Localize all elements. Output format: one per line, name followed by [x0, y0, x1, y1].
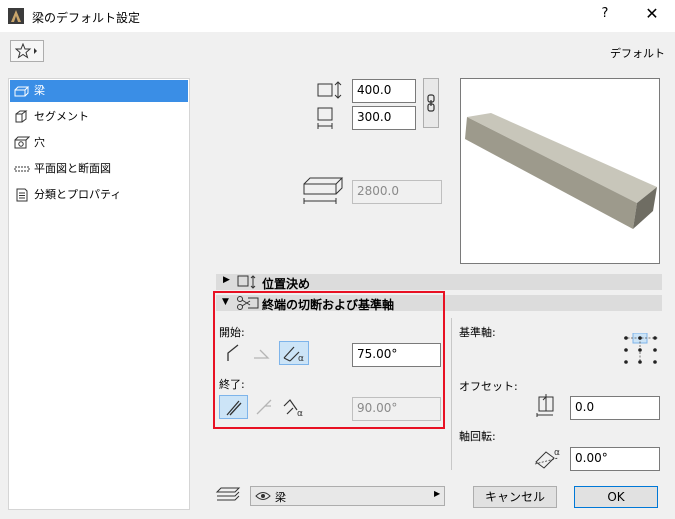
start-cut-angled-button[interactable]: α [279, 341, 309, 365]
start-cut-horizontal-button[interactable] [249, 341, 275, 365]
cut-horizontal-icon [256, 399, 272, 415]
axis-rotation-field[interactable]: 0.00° [570, 447, 660, 471]
sidebar-item-plan-section[interactable]: 平面図と断面図 [10, 158, 188, 180]
svg-text:α: α [297, 409, 303, 419]
plan-section-icon [14, 166, 30, 172]
chain-link-icon [427, 94, 435, 112]
layer-name: 梁 [275, 491, 286, 504]
eye-icon [255, 492, 271, 500]
hole-icon [14, 136, 30, 149]
beam-3d-preview [460, 78, 660, 264]
window-title: 梁のデフォルト設定 [32, 11, 141, 25]
svg-text:α: α [298, 354, 304, 364]
offset-field[interactable]: 0.0 [570, 396, 660, 420]
section-divider [451, 318, 452, 470]
start-angle-field[interactable]: 75.00° [352, 343, 441, 367]
layer-select[interactable]: 梁 ▶ [250, 486, 445, 506]
end-cut-vertical-button[interactable] [219, 395, 248, 419]
beam-width-icon [317, 107, 333, 129]
close-button[interactable]: ✕ [640, 4, 664, 28]
sidebar-item-segment[interactable]: セグメント [10, 106, 188, 128]
ok-button[interactable]: OK [574, 486, 658, 508]
sidebar-item-beam[interactable]: 梁 [10, 80, 188, 102]
cut-vertical-icon [226, 400, 242, 416]
segment-icon [15, 110, 28, 123]
axis-rotation-label: 軸回転: [459, 430, 496, 443]
beam-icon [14, 86, 30, 97]
cut-horizontal-icon [254, 349, 270, 359]
end-cut-angled-button[interactable]: α [279, 396, 309, 420]
cut-vertical-icon [227, 344, 239, 361]
start-cut-vertical-button[interactable] [221, 341, 247, 365]
sidebar: 梁 セグメント 穴 平面図と断面図 分類とプロパティ [8, 78, 190, 510]
reference-axis-label: 基準軸: [459, 326, 496, 339]
end-label: 終了: [219, 378, 245, 391]
sidebar-item-label: 平面図と断面図 [34, 162, 111, 175]
sidebar-item-label: セグメント [34, 110, 89, 123]
sidebar-item-label: 分類とプロパティ [34, 188, 122, 201]
beam-height-field[interactable]: 400.0 [352, 79, 416, 103]
offset-label: オフセット: [459, 380, 518, 393]
end-cut-horizontal-button[interactable] [251, 396, 277, 420]
layer-icon [215, 487, 241, 501]
sidebar-item-label: 穴 [34, 136, 45, 149]
beam-length-icon [303, 177, 344, 204]
axis-rotation-icon: α [534, 448, 560, 469]
classification-icon [16, 188, 28, 202]
start-label: 開始: [219, 326, 245, 339]
positioning-section-title: 位置決め [262, 277, 311, 291]
reference-axis-grid[interactable] [622, 333, 660, 367]
offset-icon [536, 394, 554, 417]
positioning-icon [237, 275, 256, 289]
chevron-right-icon: ▶ [434, 489, 441, 498]
end-angle-field[interactable]: 90.00° [352, 397, 441, 421]
archicad-app-icon [8, 8, 24, 24]
sidebar-item-classification[interactable]: 分類とプロパティ [10, 184, 188, 206]
chain-link-button[interactable] [423, 78, 439, 128]
cut-angled-alpha-icon: α [283, 346, 304, 364]
svg-text:α: α [554, 448, 560, 458]
sidebar-item-label: 梁 [34, 84, 45, 97]
positioning-section-header[interactable]: ▶ 位置決め [216, 274, 662, 291]
beam-length-field[interactable]: 2800.0 [352, 180, 442, 204]
cut-angled-alpha-icon: α [283, 399, 303, 419]
title-bar: 梁のデフォルト設定 ? ✕ [0, 0, 675, 32]
help-button[interactable]: ? [595, 6, 615, 26]
favorites-button[interactable] [10, 40, 44, 62]
sidebar-item-hole[interactable]: 穴 [10, 132, 188, 154]
chevron-right-icon: ▶ [223, 275, 230, 285]
star-icon [15, 43, 37, 59]
cancel-button[interactable]: キャンセル [473, 486, 557, 508]
beam-width-field[interactable]: 300.0 [352, 106, 416, 130]
beam-height-icon [317, 81, 342, 99]
beam-preview-image [465, 113, 657, 229]
default-label: デフォルト [610, 47, 665, 60]
